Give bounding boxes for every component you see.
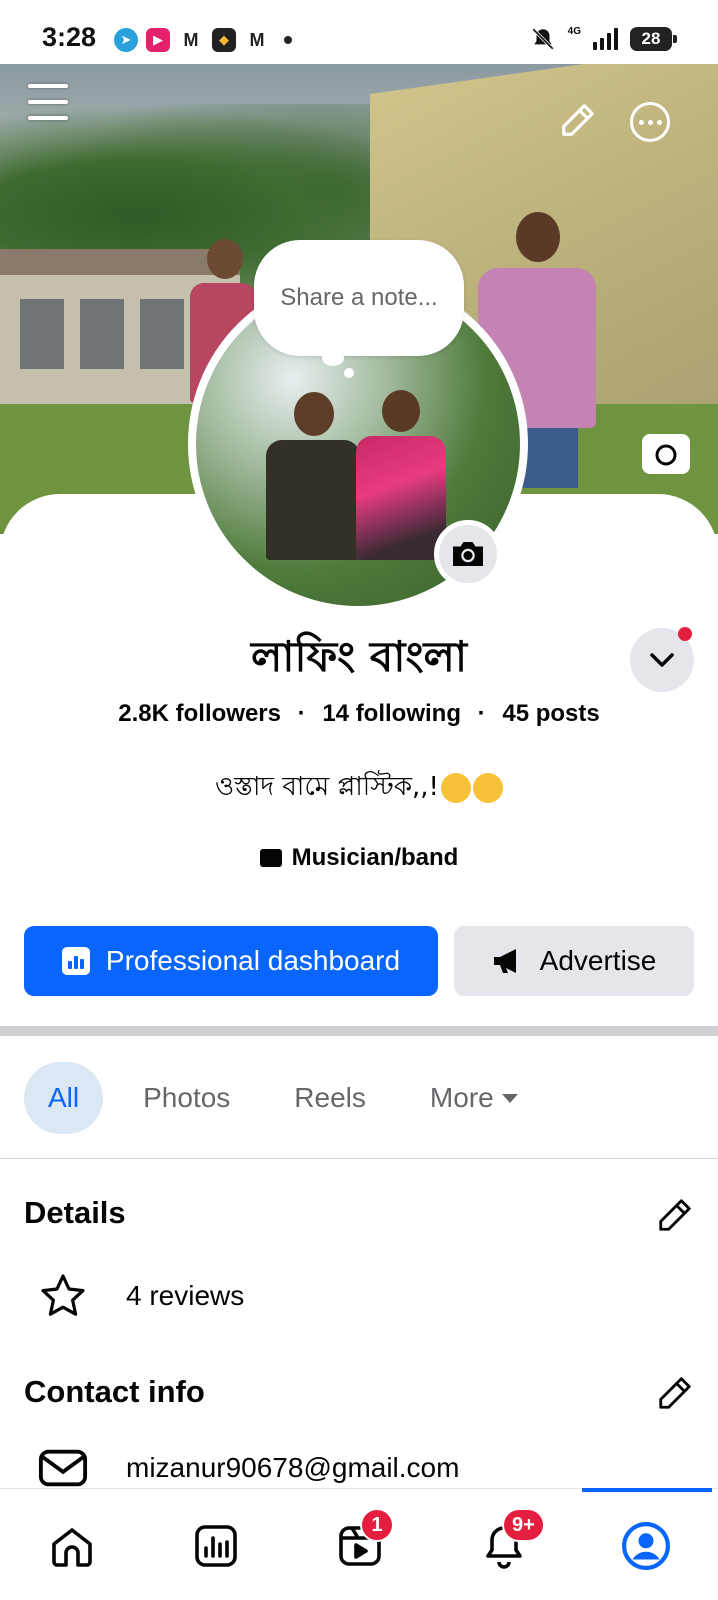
telegram-icon: ➤ (114, 28, 138, 52)
clapperboard-icon (259, 849, 282, 867)
system-icons: 4G 28 (530, 25, 677, 52)
advertise-label: Advertise (539, 945, 657, 976)
dashboard-nav-icon[interactable] (188, 1518, 244, 1574)
email-label: mizanur90678@gmail.com (126, 1452, 460, 1483)
active-tab-indicator (582, 1488, 712, 1492)
caret-down-icon (501, 1093, 518, 1103)
share-note-bubble[interactable]: Share a note... (254, 240, 464, 356)
bell-muted-icon (531, 28, 554, 50)
youtube-icon: ▶ (146, 28, 170, 52)
edit-details-pencil-icon[interactable] (656, 1196, 694, 1234)
posts-count[interactable]: 45 posts (502, 700, 599, 727)
tabs-divider (0, 1158, 718, 1159)
notification-dot (678, 627, 692, 641)
gmail-icon: M (244, 28, 270, 52)
tab-reels[interactable]: Reels (270, 1062, 390, 1134)
profile-tabs: All Photos Reels More (24, 1062, 558, 1134)
dashboard-icon (61, 947, 90, 975)
status-time: 3:28 (42, 22, 97, 52)
profile-stats: 2.8K followers · 14 following · 45 posts (118, 700, 600, 727)
profile-name: লাফিং বাংলা (251, 632, 467, 681)
camera-icon[interactable] (434, 520, 502, 588)
tab-all[interactable]: All (24, 1062, 104, 1134)
details-title: Details (24, 1195, 126, 1230)
profile-avatar-icon[interactable] (618, 1518, 674, 1574)
gmail-icon: M (178, 28, 204, 52)
star-icon (41, 1274, 85, 1316)
status-bar: 3:28 ➤ ▶ M ◆ M 4G 28 (0, 0, 718, 64)
envelope-icon (38, 1449, 88, 1487)
edit-contact-pencil-icon[interactable] (656, 1374, 694, 1412)
note-placeholder: Share a note... (280, 284, 438, 311)
battery-level: 28 (641, 29, 661, 48)
tab-photos[interactable]: Photos (119, 1062, 254, 1134)
cover-camera-icon[interactable] (642, 434, 690, 474)
home-icon[interactable] (44, 1518, 100, 1574)
hand-over-mouth-emoji-icon (472, 772, 503, 803)
category-label: Musician/band (291, 844, 459, 871)
tab-more[interactable]: More (406, 1062, 542, 1134)
signal-icon (593, 28, 618, 50)
profile-bio: ওস্তাদ বামে প্লাস্টিক,,! (0, 766, 718, 810)
hamburger-menu-icon[interactable] (26, 82, 70, 122)
battery-icon: 28 (630, 27, 677, 51)
network-type: 4G (567, 25, 581, 37)
following-count[interactable]: 14 following (322, 700, 461, 727)
notifications-badge: 9+ (502, 1508, 545, 1542)
more-options-icon[interactable] (630, 102, 670, 142)
bio-text: ওস্তাদ বামে প্লাস্টিক,,! (215, 772, 439, 802)
contact-info-title: Contact info (24, 1374, 205, 1409)
megaphone-icon (493, 949, 516, 973)
followers-count[interactable]: 2.8K followers (118, 700, 281, 727)
pencil-icon[interactable] (558, 100, 598, 140)
professional-dashboard-button[interactable]: Professional dashboard (24, 926, 438, 996)
professional-dashboard-label: Professional dashboard (105, 945, 401, 976)
reels-badge: 1 (360, 1508, 394, 1542)
advertise-button[interactable]: Advertise (454, 926, 694, 996)
binance-icon: ◆ (212, 28, 236, 52)
grinning-emoji-icon (440, 772, 471, 803)
reviews-row[interactable]: 4 reviews (38, 1272, 244, 1320)
email-row[interactable]: mizanur90678@gmail.com (38, 1448, 459, 1488)
notification-icons: ➤ ▶ M ◆ M (114, 28, 292, 52)
section-divider (0, 1026, 718, 1036)
profile-category: Musician/band (0, 844, 718, 872)
reviews-label: 4 reviews (126, 1280, 245, 1311)
more-notifications-dot (284, 36, 292, 44)
